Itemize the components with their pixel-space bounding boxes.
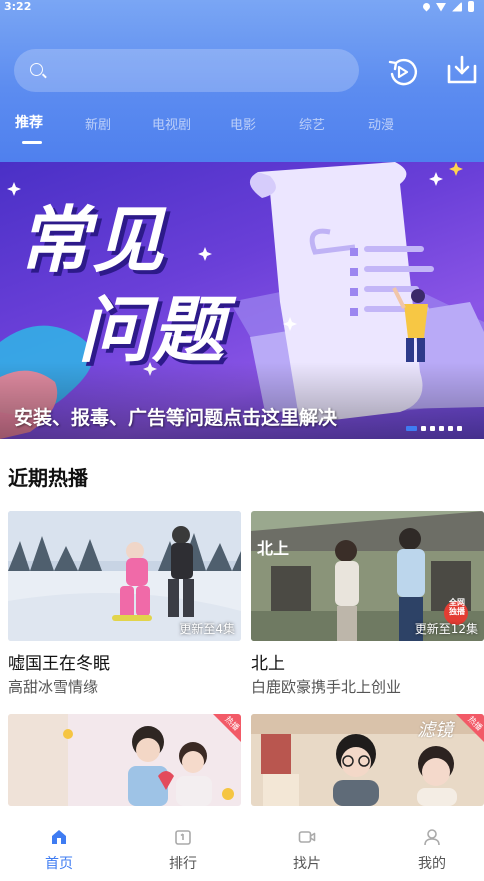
hot-badge: 热播 xyxy=(456,714,484,742)
banner-caption: 安装、报毒、广告等问题点击这里解决 xyxy=(14,407,338,429)
bottom-navigation: 首页 排行 找片 我的 xyxy=(0,806,484,881)
banner-dot[interactable] xyxy=(421,426,426,431)
banner-dot[interactable] xyxy=(448,426,453,431)
tab-variety[interactable]: 综艺 xyxy=(299,114,325,133)
nav-discover[interactable]: 找片 xyxy=(267,806,347,881)
drama-poster: 热播 xyxy=(8,714,241,806)
banner-title-line1: 常见 xyxy=(18,198,167,282)
banner-dot[interactable] xyxy=(406,426,417,431)
video-camera-icon xyxy=(298,831,316,843)
status-bar: 3:22 xyxy=(0,0,484,14)
search-icon xyxy=(30,63,43,76)
tab-movies[interactable]: 电影 xyxy=(230,114,256,133)
tab-recommend[interactable]: 推荐 xyxy=(15,112,43,132)
banner-dot[interactable] xyxy=(439,426,444,431)
banner-title-line2: 问题 xyxy=(78,288,227,372)
user-icon xyxy=(424,829,440,846)
top-header: 3:22 推荐 新剧 电视剧 电影 综艺 动漫 xyxy=(0,0,484,162)
drama-subtitle: 白鹿欧豪携手北上创业 xyxy=(251,678,402,696)
nav-discover-label: 找片 xyxy=(293,856,321,872)
tab-anime[interactable]: 动漫 xyxy=(368,114,394,133)
status-time: 3:22 xyxy=(4,0,32,13)
category-tabs: 推荐 新剧 电视剧 电影 综艺 动漫 xyxy=(0,112,484,148)
nav-home[interactable]: 首页 xyxy=(19,806,99,881)
nav-ranking-label: 排行 xyxy=(169,856,197,872)
battery-icon xyxy=(468,1,474,12)
nav-ranking[interactable]: 排行 xyxy=(143,806,223,881)
poster-logo: 滤镜 xyxy=(417,720,453,741)
wifi-icon xyxy=(436,3,446,12)
hot-badge: 热播 xyxy=(213,714,241,742)
search-input[interactable] xyxy=(54,49,354,92)
home-icon xyxy=(52,830,66,844)
nav-profile-label: 我的 xyxy=(418,856,446,872)
tab-active-indicator xyxy=(22,141,42,144)
tab-new-drama[interactable]: 新剧 xyxy=(85,114,111,133)
download-icon xyxy=(447,55,477,84)
ranking-icon xyxy=(175,830,191,845)
tab-tv-series[interactable]: 电视剧 xyxy=(152,114,191,133)
drama-poster: 北上 全网独播 更新至12集 xyxy=(251,511,484,641)
nav-home-label: 首页 xyxy=(45,856,73,872)
faq-banner[interactable]: 常见 问题 安装、报毒、广告等问题点击这里解决 xyxy=(0,162,484,439)
drama-title: 嘘国王在冬眠 xyxy=(8,654,110,674)
location-icon xyxy=(421,1,432,12)
history-icon xyxy=(388,58,417,86)
poster-logo: 北上 xyxy=(257,539,290,558)
exclusive-badge: 全网独播 xyxy=(449,598,465,616)
history-button[interactable] xyxy=(384,54,420,90)
status-icons xyxy=(421,1,474,12)
section-title-recent-hot: 近期热播 xyxy=(8,466,88,490)
search-bar[interactable] xyxy=(14,49,359,92)
banner-pagination xyxy=(406,426,462,431)
drama-poster: 滤镜 热播 xyxy=(251,714,484,806)
banner-dot[interactable] xyxy=(457,426,462,431)
banner-dot[interactable] xyxy=(430,426,435,431)
drama-poster: 更新至4集 xyxy=(8,511,241,641)
download-button[interactable] xyxy=(444,52,480,88)
signal-icon xyxy=(452,1,462,12)
nav-profile[interactable]: 我的 xyxy=(392,806,472,881)
drama-title: 北上 xyxy=(251,654,285,674)
episode-status: 更新至4集 xyxy=(179,622,235,636)
drama-subtitle: 高甜冰雪情缘 xyxy=(8,678,99,696)
episode-status: 更新至12集 xyxy=(414,622,478,636)
